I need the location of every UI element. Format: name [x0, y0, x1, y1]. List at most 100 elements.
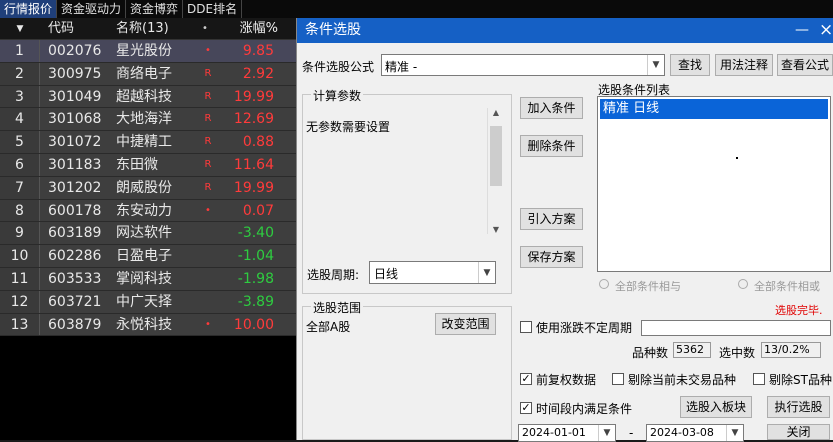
row-index: 1: [0, 40, 40, 62]
period-value: 日线: [374, 267, 399, 281]
save-plan-button[interactable]: 保存方案: [520, 246, 583, 268]
import-plan-button[interactable]: 引入方案: [520, 208, 583, 230]
status-text: 选股完毕.: [775, 304, 823, 317]
row-index: 7: [0, 176, 40, 199]
change-pct: 19.99: [218, 176, 296, 199]
quote-grid: ▼ 代码 名称(13) • 涨幅% 1 002076 星光股份 • 9.85 2 30097…: [0, 18, 296, 440]
scroll-thumb[interactable]: [490, 126, 502, 186]
table-row[interactable]: 6 301183 东田微 R 11.64: [0, 153, 296, 177]
row-flag: [198, 267, 218, 290]
tab-dde-rank[interactable]: DDE排名: [183, 0, 243, 18]
minimize-icon[interactable]: —: [795, 18, 809, 43]
excl-untraded-checkbox[interactable]: [612, 373, 624, 385]
condition-list-item[interactable]: 精准 日线: [600, 99, 828, 119]
stock-name: 东安动力: [110, 199, 198, 222]
chevron-down-icon[interactable]: ▼: [478, 262, 495, 283]
close-button[interactable]: 关闭: [767, 424, 830, 440]
selected-label: 选中数: [719, 346, 756, 360]
change-pct: 0.07: [218, 199, 296, 222]
change-pct: -3.40: [218, 222, 296, 245]
change-pct: 9.85: [218, 40, 296, 62]
view-formula-button[interactable]: 查看公式: [777, 54, 833, 76]
and-radio[interactable]: [599, 279, 609, 289]
tab-fund-drive[interactable]: 资金驱动力: [57, 0, 127, 18]
table-row[interactable]: 13 603879 永悦科技 • 10.00: [0, 313, 296, 337]
chevron-down-icon[interactable]: ▼: [598, 425, 615, 441]
stock-name: 永悦科技: [110, 313, 198, 336]
table-row[interactable]: 8 600178 东安动力 • 0.07: [0, 199, 296, 223]
table-row[interactable]: 11 603533 掌阅科技 -1.98: [0, 267, 296, 291]
use-period-checkbox[interactable]: [520, 321, 532, 333]
scroll-down-icon[interactable]: ▼: [488, 225, 504, 234]
row-index: 10: [0, 245, 40, 267]
row-index: 4: [0, 108, 40, 131]
top-tabs: 行情报价 资金驱动力 资金博弈 DDE排名: [0, 0, 833, 18]
period-input[interactable]: [641, 320, 831, 336]
stock-code: 301072: [40, 131, 110, 153]
to-block-button[interactable]: 选股入板块: [680, 396, 752, 418]
scroll-up-icon[interactable]: ▲: [488, 108, 504, 117]
table-row[interactable]: 2 300975 商络电子 R 2.92: [0, 62, 296, 86]
stock-name: 掌阅科技: [110, 267, 198, 290]
stock-name: 星光股份: [110, 40, 198, 62]
usage-button[interactable]: 用法注释: [715, 54, 773, 76]
change-range-button[interactable]: 改变范围: [435, 313, 496, 335]
close-icon[interactable]: ×: [819, 18, 833, 43]
add-condition-button[interactable]: 加入条件: [520, 97, 583, 119]
formula-select[interactable]: 精准 - ▼: [381, 54, 665, 76]
header-pct[interactable]: 涨幅%: [218, 18, 296, 39]
change-pct: -3.89: [218, 290, 296, 313]
change-pct: 11.64: [218, 153, 296, 176]
find-button[interactable]: 查找: [670, 54, 710, 76]
and-label: 全部条件相与: [615, 280, 681, 293]
header-dot: •: [192, 18, 218, 39]
stock-name: 中捷精工: [110, 131, 198, 153]
change-pct: 0.88: [218, 131, 296, 153]
tab-quotes[interactable]: 行情报价: [0, 0, 58, 18]
header-name[interactable]: 名称(13): [110, 18, 192, 39]
cursor-dot: [736, 157, 738, 159]
table-row[interactable]: 12 603721 中广天择 -3.89: [0, 290, 296, 314]
params-text: 无参数需要设置: [306, 120, 391, 134]
stock-code: 301183: [40, 153, 110, 176]
date-dash: -: [629, 426, 634, 440]
execute-button[interactable]: 执行选股: [767, 396, 830, 418]
chevron-down-icon[interactable]: ▼: [647, 55, 664, 75]
table-row[interactable]: 4 301068 大地海洋 R 12.69: [0, 108, 296, 132]
row-flag: R: [198, 153, 218, 176]
selected-value: 13/0.2%: [761, 342, 821, 358]
stock-name: 日盈电子: [110, 245, 198, 267]
chevron-down-icon[interactable]: ▼: [726, 425, 743, 441]
grid-rows: 1 002076 星光股份 • 9.85 2 300975 商络电子 R 2.92 3 301049 超…: [0, 40, 296, 337]
row-flag: R: [198, 85, 218, 108]
table-row[interactable]: 1 002076 星光股份 • 9.85: [0, 40, 296, 63]
period-select[interactable]: 日线 ▼: [369, 261, 496, 284]
condition-list[interactable]: 精准 日线: [597, 96, 831, 272]
stock-name: 东田微: [110, 153, 198, 176]
change-pct: -1.98: [218, 267, 296, 290]
stock-code: 603721: [40, 290, 110, 313]
sort-arrow-icon[interactable]: ▼: [0, 18, 40, 39]
stock-code: 600178: [40, 199, 110, 222]
or-radio[interactable]: [738, 279, 748, 289]
table-row[interactable]: 9 603189 网达软件 -3.40: [0, 222, 296, 246]
date-from-select[interactable]: 2024-01-01 ▼: [518, 424, 616, 442]
change-pct: -1.04: [218, 245, 296, 267]
table-row[interactable]: 10 602286 日盈电子 -1.04: [0, 245, 296, 268]
period-label: 选股周期:: [307, 268, 360, 282]
interval-checkbox[interactable]: ✓: [520, 402, 532, 414]
header-code[interactable]: 代码: [40, 18, 110, 39]
prefq-checkbox[interactable]: ✓: [520, 373, 532, 385]
table-row[interactable]: 7 301202 朗威股份 R 19.99: [0, 176, 296, 200]
date-to-select[interactable]: 2024-03-08 ▼: [646, 424, 744, 442]
excl-st-checkbox[interactable]: [753, 373, 765, 385]
delete-condition-button[interactable]: 删除条件: [520, 135, 583, 157]
row-index: 5: [0, 131, 40, 153]
tab-fund-game[interactable]: 资金博弈: [126, 0, 184, 18]
selected-value-text: 13/0.2%: [764, 343, 810, 356]
stock-code: 603533: [40, 267, 110, 290]
formula-value: 精准 -: [385, 60, 418, 74]
table-row[interactable]: 3 301049 超越科技 R 19.99: [0, 85, 296, 109]
table-row[interactable]: 5 301072 中捷精工 R 0.88: [0, 131, 296, 154]
params-scrollbar[interactable]: ▲ ▼: [487, 108, 504, 234]
